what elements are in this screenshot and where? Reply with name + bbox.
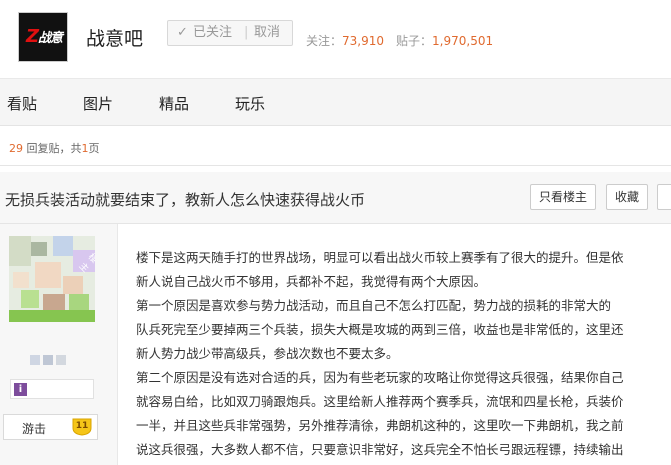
check-icon: ✓	[177, 25, 188, 40]
level-badge-row: i	[10, 379, 94, 399]
only-host-button[interactable]: 只看楼主	[530, 184, 596, 210]
post-count-label: 贴子：	[396, 34, 433, 48]
post-line: 就容易白给，比如双刀骑跟炮兵。这里给新人推荐两个赛季兵，流氓和四星长枪，兵装价	[136, 394, 624, 409]
forum-stats: 关注：73,910 贴子：1,970,501	[306, 32, 493, 49]
logo-mark: Z战意	[21, 26, 67, 47]
post-line: 说这兵很强，大多数人都不信，只要意识非常好，这兵完全不怕长弓跟远程镖，持续输出	[136, 442, 624, 457]
post-line: 一半，并且这些兵非常强势，另外推荐清徐，弗朗机这种的，这里吹一下弗朗机，我之前	[136, 418, 624, 433]
post-line: 楼下是这两天随手打的世界战场，明显可以看出战火币较上赛季有了很大的提升。但是依	[136, 250, 624, 265]
follow-count: 73,910	[342, 34, 385, 48]
post-line: 队兵死完至少要掉两三个兵装，损失大概是攻城的两到三倍，收益也是非常低的，这里还	[136, 322, 624, 337]
thread-title-bar: 无损兵装活动就要结束了，教新人怎么快速获得战火币 只看楼主 收藏	[0, 172, 671, 224]
nav-tab-featured[interactable]: 精品	[159, 93, 189, 114]
unfollow-button[interactable]: 取消	[254, 21, 280, 45]
reply-summary: 29 回复贴，共1页	[9, 140, 100, 156]
page-suffix: 页	[88, 142, 100, 155]
post-line: 第一个原因是喜欢参与势力战活动，而且自己不怎么打匹配，势力战的损耗的非常大的	[136, 298, 612, 313]
follow-count-label: 关注：	[306, 34, 343, 48]
reply-text: 回复贴，共	[23, 142, 82, 155]
follow-separator: |	[244, 25, 249, 40]
nav-tab-images[interactable]: 图片	[83, 93, 113, 114]
post-line: 新人势力战少带高级兵，参战次数也不要太多。	[136, 346, 399, 361]
logo-z: Z	[25, 26, 39, 47]
more-button[interactable]	[657, 184, 671, 210]
forum-name[interactable]: 战意吧	[86, 24, 143, 51]
thread-title: 无损兵装活动就要结束了，教新人怎么快速获得战火币	[5, 191, 366, 209]
author-avatar[interactable]: 楼主	[9, 236, 95, 322]
forum-header: Z战意 战意吧 ✓ 已关注 | 取消 关注：73,910 贴子：1,970,501	[0, 0, 671, 78]
page-count: 1	[81, 142, 89, 155]
follow-status-button[interactable]: ✓ 已关注 | 取消	[167, 20, 293, 46]
followed-label: 已关注	[193, 25, 233, 40]
rank-badge[interactable]: 游击 11	[3, 414, 98, 440]
rank-label: 游击	[22, 422, 47, 436]
divider	[0, 165, 671, 166]
forum-logo[interactable]: Z战意	[18, 12, 68, 62]
favorite-button[interactable]: 收藏	[606, 184, 648, 210]
author-sidebar: 楼主 i 游击 11	[0, 224, 118, 465]
logo-text: 战意	[38, 31, 63, 46]
rank-level: 11	[75, 421, 89, 431]
author-username[interactable]	[30, 355, 74, 365]
post-count: 1,970,501	[432, 34, 494, 48]
post-content: 楼下是这两天随手打的世界战场，明显可以看出战火币较上赛季有了很大的提升。但是依 …	[136, 246, 671, 462]
reply-count: 29	[9, 142, 23, 155]
post-line: 第二个原因是没有选对合适的兵，因为有些老玩家的攻略让你觉得这兵很强，结果你自己	[136, 370, 624, 385]
nav-tab-posts[interactable]: 看贴	[7, 93, 37, 114]
nav-tab-fun[interactable]: 玩乐	[235, 93, 265, 114]
info-icon[interactable]: i	[14, 383, 27, 396]
post-line: 新人说自己战火币不够用，兵都补不起，我觉得有两个大原因。	[136, 274, 487, 289]
forum-nav: 看贴 图片 精品 玩乐	[0, 78, 671, 126]
